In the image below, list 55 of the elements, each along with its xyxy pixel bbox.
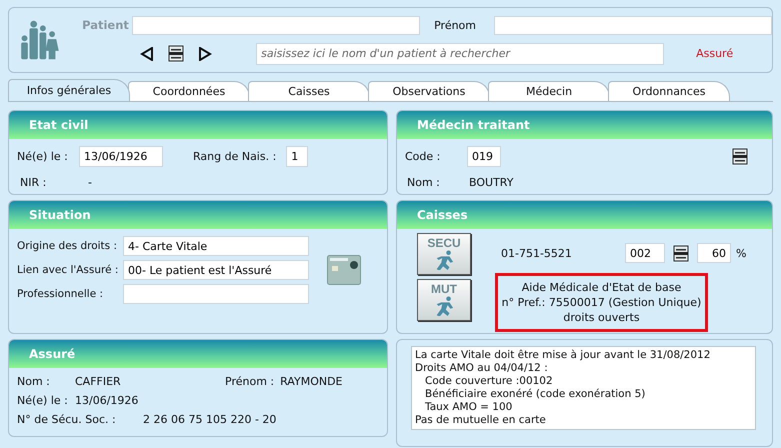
- tab[interactable]: Coordonnées: [128, 81, 250, 101]
- fund-code-field[interactable]: 002: [625, 243, 665, 263]
- section-header: Assuré: [9, 340, 387, 368]
- field-label: Professionnelle :: [17, 288, 104, 300]
- field-label: Rang de Nais. :: [193, 150, 276, 163]
- section-header: Caisses: [397, 201, 772, 229]
- field-value: %: [736, 246, 746, 260]
- insured-link[interactable]: Assuré: [696, 47, 734, 60]
- tab[interactable]: Caisses: [248, 81, 370, 101]
- field-label: Né(e) le :: [17, 394, 69, 407]
- birth-rank-field[interactable]: 1: [286, 146, 308, 167]
- card-icon: [327, 255, 361, 285]
- list-icon[interactable]: [673, 244, 689, 262]
- field-label: Prénom :: [225, 375, 274, 388]
- field-value: 01-751-5521: [501, 246, 573, 260]
- text-field[interactable]: [123, 284, 309, 304]
- patient-field[interactable]: [132, 16, 420, 34]
- birth-date-field[interactable]: 13/06/1926: [79, 146, 163, 167]
- coverage-info-line: Aide Médicale d'Etat de base: [520, 280, 682, 295]
- coverage-info-line: droits ouverts: [562, 310, 641, 325]
- field-value: 13/06/1926: [75, 394, 138, 407]
- search-field[interactable]: saisissez ici le nom d'un patient à rechercher: [256, 42, 664, 64]
- field-value: 2 26 06 75 105 220 - 20: [143, 413, 276, 426]
- rate-field[interactable]: 60: [697, 243, 731, 263]
- text-field[interactable]: 4- Carte Vitale: [123, 236, 309, 256]
- field-label: Code :: [405, 150, 442, 163]
- coverage-info-line: n° Pref.: 75500017 (Gestion Unique): [500, 295, 702, 310]
- field-value: RAYMONDE: [280, 375, 342, 388]
- first-name-label: Prénom: [434, 18, 476, 32]
- field-value: BOUTRY: [469, 176, 514, 189]
- field-value: CAFFIER: [75, 375, 122, 388]
- section-header: Situation: [9, 201, 387, 229]
- field-label: Nom :: [406, 176, 441, 189]
- field-value: -: [88, 176, 92, 189]
- field-label: Nom :: [17, 375, 51, 388]
- field-label: Origine des droits :: [17, 240, 118, 252]
- next-icon[interactable]: [198, 46, 212, 60]
- section-header: Médecin traitant: [397, 111, 772, 139]
- list-icon[interactable]: [168, 45, 184, 62]
- list-icon[interactable]: [732, 148, 748, 165]
- field-label: Lien avec l'Assuré :: [17, 264, 120, 276]
- field-label: N° de Sécu. Soc. :: [17, 413, 117, 426]
- first-name-field[interactable]: [494, 16, 772, 34]
- tab[interactable]: Infos générales: [8, 79, 130, 101]
- field-label: Né(e) le :: [17, 150, 69, 163]
- tab[interactable]: Médecin: [488, 81, 610, 101]
- doctor-code-field[interactable]: 019: [467, 146, 501, 167]
- tab[interactable]: Ordonnances: [608, 81, 730, 101]
- patient-label: Patient: [82, 18, 130, 32]
- memo-field[interactable]: La carte Vitale doit être mise à jour avant le 31/08/2012 Droits AMO au 04/04/12 : Code couverture :00102 Bénéficiaire exonéré (code exonération 5) Taux AMO = 100 Pas de mutuelle en carte: [411, 346, 756, 430]
- previous-icon[interactable]: [140, 46, 154, 60]
- tab[interactable]: Observations: [368, 81, 490, 101]
- field-label: NIR :: [19, 176, 48, 189]
- section-header: Etat civil: [9, 111, 387, 139]
- text-field[interactable]: 00- Le patient est l'Assuré: [123, 260, 309, 280]
